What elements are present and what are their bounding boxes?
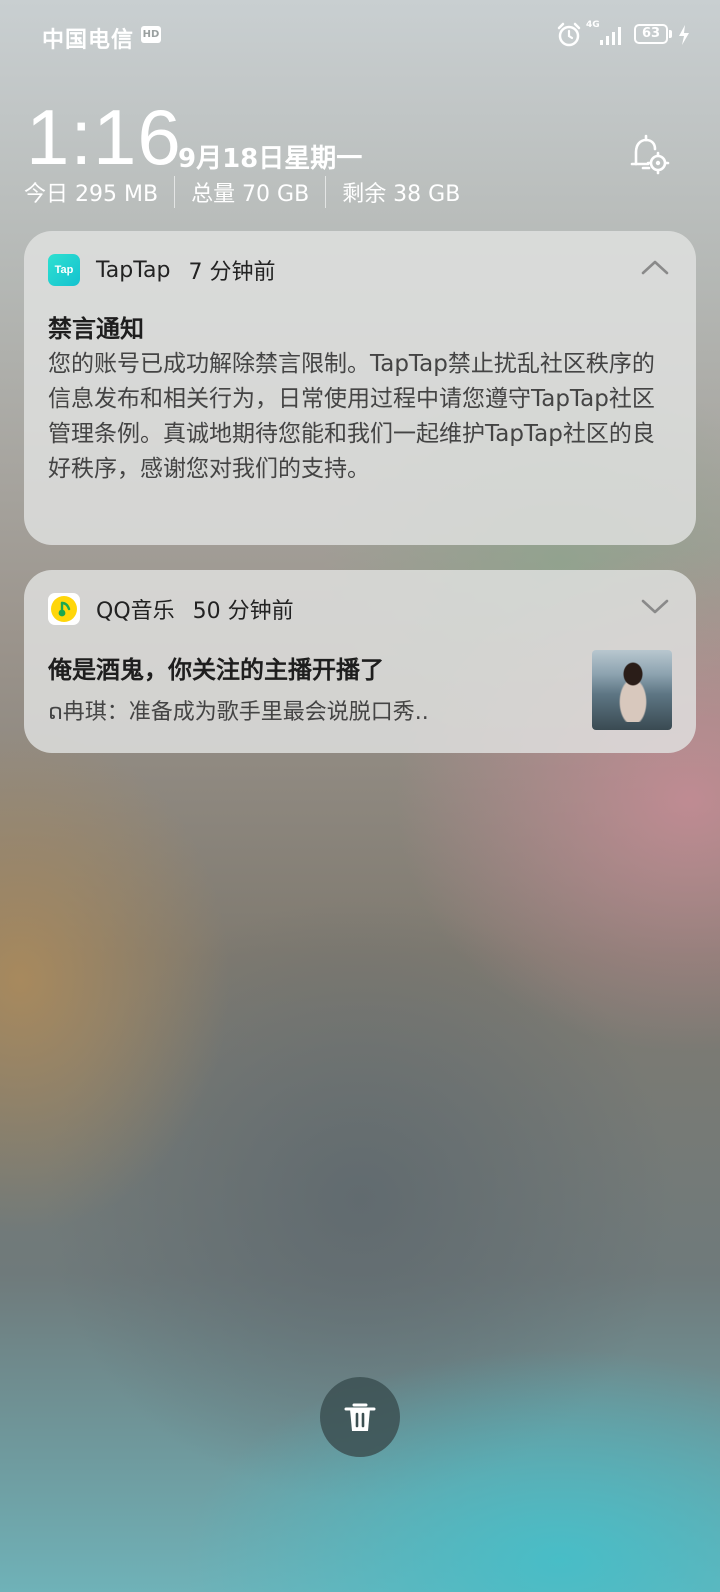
notification-time: 50 分钟前	[192, 599, 294, 624]
date-label: 9月18日星期一	[178, 144, 363, 174]
battery-tip	[669, 30, 672, 38]
charging-icon	[679, 25, 689, 45]
bell-settings-icon[interactable]	[622, 130, 670, 178]
taptap-app-icon: Tap	[48, 254, 80, 286]
divider	[174, 176, 176, 208]
music-note-icon	[58, 601, 71, 617]
storage-total: 总量 70 GB	[191, 182, 310, 207]
notification-header: Tap TapTap 7 分钟前	[48, 253, 276, 287]
carrier-label: 中国电信	[42, 28, 135, 53]
alarm-icon	[557, 22, 581, 47]
clear-all-button[interactable]	[320, 1377, 400, 1457]
storage-today: 今日 295 MB	[24, 182, 159, 207]
trash-icon	[344, 1403, 376, 1431]
notification-title: 禁言通知	[48, 315, 144, 343]
battery-indicator: 63	[634, 24, 668, 44]
storage-usage: 今日 295 MB 总量 70 GB 剩余 38 GB	[24, 176, 460, 208]
battery-level: 63	[641, 26, 661, 41]
notification-time: 7 分钟前	[188, 260, 276, 285]
notification-title: 俺是酒鬼，你关注的主播开播了	[48, 656, 384, 684]
notification-card-qq-music[interactable]: QQ音乐 50 分钟前 俺是酒鬼，你关注的主播开播了 ດ冉琪：准备成为歌手里最会…	[24, 570, 696, 753]
notification-body: 您的账号已成功解除禁言限制。TapTap禁止扰乱社区秩序的信息发布和相关行为，日…	[48, 351, 655, 482]
signal-icon	[600, 27, 621, 45]
divider	[325, 176, 327, 208]
app-name: TapTap	[96, 257, 171, 283]
storage-remaining: 剩余 38 GB	[342, 182, 461, 207]
hd-badge: HD	[141, 26, 161, 43]
notification-body: ດ冉琪：准备成为歌手里最会说脱口秀..	[48, 700, 429, 725]
app-name: QQ音乐	[96, 599, 175, 624]
status-bar: 中国电信 HD 4G 63	[0, 0, 720, 70]
clock-time: 1:16	[26, 93, 182, 181]
chevron-up-icon[interactable]	[640, 257, 670, 277]
qq-music-app-icon	[48, 593, 80, 625]
streamer-thumbnail	[592, 650, 672, 730]
notification-card-taptap[interactable]: Tap TapTap 7 分钟前 禁言通知 您的账号已成功解除禁言限制。TapT…	[24, 231, 696, 545]
notification-header: QQ音乐 50 分钟前	[48, 592, 294, 626]
chevron-down-icon[interactable]	[640, 596, 670, 616]
thumbnail-person	[618, 662, 648, 722]
